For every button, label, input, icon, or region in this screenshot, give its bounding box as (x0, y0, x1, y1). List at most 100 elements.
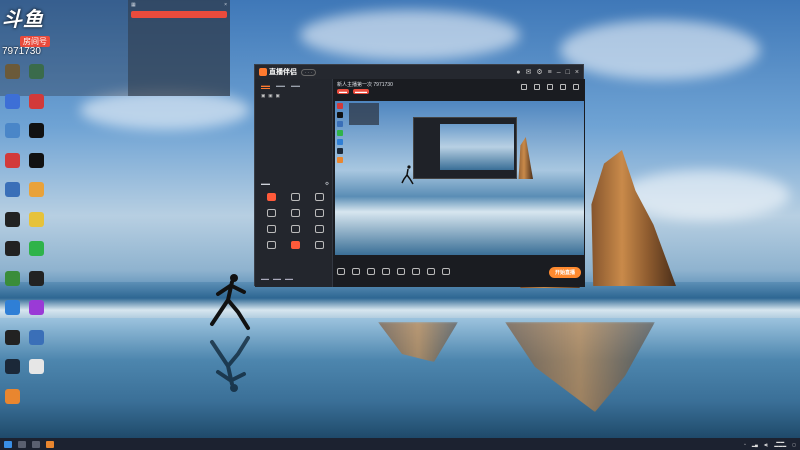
desktop-icon[interactable] (1, 270, 23, 287)
stream-preview[interactable] (335, 101, 584, 255)
start-icon[interactable] (4, 440, 12, 448)
volume-icon[interactable]: ◀) (764, 442, 768, 447)
desktop-icon[interactable] (25, 64, 47, 80)
desktop-icon[interactable] (1, 359, 23, 375)
desktop-icon[interactable] (1, 241, 23, 257)
pk-icon (382, 267, 390, 275)
doc-icon (4, 93, 20, 109)
tool-item[interactable] (259, 241, 283, 251)
control-item[interactable] (397, 267, 405, 277)
tool-item[interactable] (259, 209, 283, 219)
tab-source[interactable]: ▬▬ (276, 83, 285, 89)
desktop-icon[interactable] (1, 329, 23, 346)
screenshot-icon[interactable] (547, 84, 553, 90)
search-icon[interactable] (18, 440, 26, 448)
scene-tabs: ▬▬ ▬▬ ▬▬ (255, 79, 332, 91)
desktop-icon[interactable] (1, 152, 23, 169)
portrait-icon[interactable] (573, 84, 579, 90)
tool-item[interactable] (283, 193, 307, 203)
toolbox-header: ▬▬ ⚙ (261, 181, 329, 187)
globe-icon (28, 329, 44, 345)
category-tag[interactable]: ▬▬▬ (353, 89, 369, 94)
scene-item[interactable]: ▣ ▣ ▣ (255, 91, 332, 101)
control-item[interactable] (352, 267, 360, 277)
desktop-icon[interactable] (25, 270, 47, 287)
stream-brand: 斗鱼 7971730 (2, 10, 54, 57)
tool-item[interactable] (283, 225, 307, 235)
layout-icon[interactable] (521, 84, 527, 90)
scene-icon: ▣ (268, 93, 273, 98)
footer-link[interactable]: ▬▬ (285, 276, 293, 281)
footer-link[interactable]: ▬▬ (273, 276, 281, 281)
desktop-icon[interactable] (1, 300, 23, 316)
scene-icon: ▣ (261, 93, 266, 98)
tab-scene[interactable]: ▬▬ (261, 83, 270, 89)
desktop-icon[interactable] (25, 93, 47, 110)
landscape-icon[interactable] (560, 84, 566, 90)
chat-close-icon[interactable]: × (224, 2, 227, 8)
window-icon (314, 193, 324, 201)
avatar-icon[interactable]: ● (516, 69, 520, 76)
control-item[interactable] (382, 267, 390, 277)
beauty-icon (337, 267, 345, 275)
tool-item[interactable] (283, 209, 307, 219)
desktop-icon[interactable] (25, 359, 47, 375)
tool-item[interactable] (259, 193, 283, 203)
taskbar-app-icon[interactable] (46, 440, 54, 448)
app-sidebar: ▬▬ ▬▬ ▬▬ ▣ ▣ ▣ ▬▬ ⚙ ▬▬ ▬▬ ▬▬ (255, 79, 333, 287)
preview-tools (521, 84, 579, 90)
control-item[interactable] (367, 267, 375, 277)
control-item[interactable] (442, 267, 450, 277)
tool-item[interactable] (259, 225, 283, 235)
tab-audio[interactable]: ▬▬ (291, 83, 300, 89)
wps-icon (4, 152, 20, 168)
minimize-icon[interactable]: – (557, 69, 561, 76)
edge-icon (4, 300, 20, 315)
desktop-icon[interactable] (1, 123, 23, 139)
desktop-icon[interactable] (25, 211, 47, 228)
settings-icon[interactable]: ⚙ (536, 68, 542, 76)
control-item[interactable] (412, 267, 420, 277)
clock[interactable]: ▬▬ ▬▬▬ (774, 440, 786, 448)
desktop-icon[interactable] (25, 123, 47, 139)
desktop-icon[interactable] (1, 64, 23, 80)
desktop-icon[interactable] (25, 241, 47, 257)
message-icon[interactable]: ✉ (526, 68, 532, 76)
close-icon[interactable]: × (575, 69, 579, 76)
version-pill[interactable]: · · · (301, 68, 316, 76)
desktop-icon[interactable] (1, 182, 23, 198)
network-icon[interactable]: ▂▄ (752, 442, 758, 447)
desktop-icon[interactable] (25, 182, 47, 198)
preview-nested-window (413, 117, 517, 179)
chat-tab-icon[interactable]: ▦ (131, 2, 136, 8)
grid-icon (266, 241, 276, 249)
tray-arrow-icon[interactable]: ^ (744, 442, 746, 447)
capcut-icon (28, 152, 44, 168)
footer-link[interactable]: ▬▬ (261, 276, 269, 281)
menu-icon[interactable]: ≡ (548, 69, 552, 76)
notification-icon[interactable]: ▢ (792, 442, 796, 447)
desktop-icon[interactable] (25, 152, 47, 169)
tool-item[interactable] (307, 209, 331, 219)
tool-item[interactable] (307, 225, 331, 235)
control-item[interactable] (427, 267, 435, 277)
desktop-icon[interactable] (1, 211, 23, 228)
live-tag[interactable]: ▬▬ (337, 89, 349, 94)
desktop-icon[interactable] (1, 93, 23, 110)
tool-item[interactable] (283, 241, 307, 251)
record-icon[interactable] (534, 84, 540, 90)
tool-item[interactable] (307, 241, 331, 251)
tool-item[interactable] (307, 193, 331, 203)
room-id: 7971730 (2, 46, 41, 57)
taskview-icon[interactable] (32, 440, 40, 448)
desktop-icon[interactable] (1, 388, 23, 405)
maximize-icon[interactable]: □ (566, 69, 570, 76)
desktop-icon[interactable] (25, 329, 47, 346)
desktop-icon[interactable] (25, 300, 47, 316)
settings-icon (442, 267, 450, 275)
control-item[interactable] (337, 267, 345, 277)
toolbox-settings-icon[interactable]: ⚙ (325, 181, 329, 187)
obs-icon (4, 329, 20, 345)
start-live-button[interactable]: 开始直播 (548, 266, 581, 278)
stream-info-bar: 新人主播第一次 7971730 ▬▬ ▬▬▬ (333, 79, 585, 95)
